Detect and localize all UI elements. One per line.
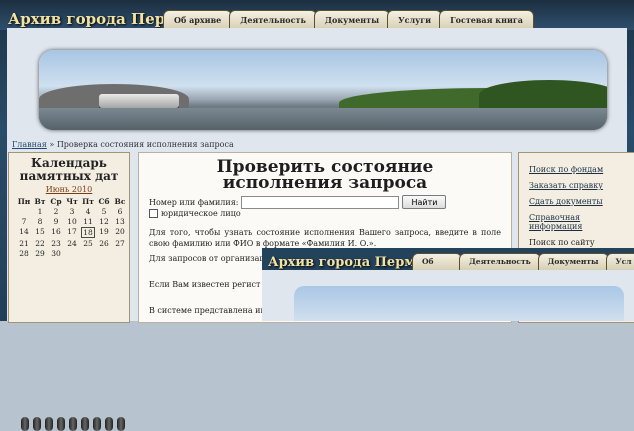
- calendar-title: Календарь памятных дат: [19, 156, 119, 183]
- calendar-widget: Календарь памятных дат Июнь 2010 Пн Вт Ср Ч…: [8, 152, 130, 431]
- calendar-weekday: Сб: [98, 197, 110, 206]
- breadcrumb-home-link[interactable]: Главная: [12, 140, 47, 149]
- calendar-day: [97, 249, 111, 258]
- overlay-site-logo[interactable]: Архив города Перми: [268, 255, 425, 270]
- overlay-tab-about[interactable]: Об архиве: [412, 253, 463, 282]
- calendar-day: [113, 249, 127, 258]
- search-form: Номер или фамилия: Найти: [149, 195, 447, 209]
- tab-activity[interactable]: Деятельность: [229, 10, 317, 29]
- overlay-tab-documents[interactable]: Документы: [537, 253, 609, 270]
- main-nav: Об архиве Деятельность Документы Услуги …: [163, 10, 534, 29]
- calendar-day[interactable]: 16: [49, 227, 63, 238]
- calendar-day[interactable]: 17: [65, 227, 79, 238]
- legal-entity-row: юридическое лицо: [149, 209, 241, 218]
- calendar-weekday: Чт: [66, 197, 78, 206]
- instructions-paragraph: Для того, чтобы узнать состояние исполне…: [149, 228, 501, 248]
- sidebar-link-reference-info[interactable]: Справочная информация: [529, 213, 582, 231]
- calendar-day[interactable]: 27: [113, 239, 127, 248]
- calendar-day: [81, 249, 95, 258]
- calendar-day[interactable]: 5: [97, 207, 111, 216]
- header-panorama-image: [39, 50, 607, 130]
- page-title: Проверить состояние исполнения запроса: [216, 157, 434, 193]
- calendar-day[interactable]: 29: [33, 249, 47, 258]
- calendar-day: [17, 207, 31, 216]
- sidebar-link-submit-documents[interactable]: Сдать документы: [529, 197, 603, 206]
- calendar-weekday: Вт: [34, 197, 46, 206]
- calendar-day[interactable]: 24: [65, 239, 79, 248]
- overlay-tab-activity[interactable]: Деятельность: [459, 253, 541, 270]
- calendar-day[interactable]: 8: [33, 217, 47, 226]
- name-input[interactable]: [241, 195, 400, 209]
- sidebar-link-order-certificate[interactable]: Заказать справку: [529, 181, 603, 190]
- calendar-day[interactable]: 10: [65, 217, 79, 226]
- calendar-day[interactable]: 30: [49, 249, 63, 258]
- overlay-nav: Об архиве Деятельность Документы Усл: [412, 253, 634, 282]
- calendar-day[interactable]: 7: [17, 217, 31, 226]
- calendar-day[interactable]: 4: [81, 207, 95, 216]
- calendar-day: [65, 249, 79, 258]
- sidebar-link-fund-search[interactable]: Поиск по фондам: [529, 165, 603, 174]
- calendar-month-link[interactable]: Июнь 2010: [9, 185, 129, 194]
- calendar-day[interactable]: 25: [81, 239, 95, 248]
- calendar-weekday: Пт: [82, 197, 94, 206]
- calendar-weekday: Ср: [50, 197, 62, 206]
- calendar-day[interactable]: 13: [113, 217, 127, 226]
- calendar-day[interactable]: 18: [81, 227, 95, 238]
- calendar-day[interactable]: 11: [81, 217, 95, 226]
- calendar-spiral: [21, 417, 131, 431]
- legal-entity-label: юридическое лицо: [161, 209, 241, 218]
- calendar-day[interactable]: 9: [49, 217, 63, 226]
- calendar-day[interactable]: 3: [65, 207, 79, 216]
- breadcrumb: Главная » Проверка состояния исполнения …: [12, 140, 234, 149]
- calendar-day[interactable]: 1: [33, 207, 47, 216]
- legal-entity-checkbox[interactable]: [149, 209, 158, 218]
- ship-image: [99, 94, 179, 108]
- calendar-day[interactable]: 22: [33, 239, 47, 248]
- calendar-day[interactable]: 6: [113, 207, 127, 216]
- calendar-day[interactable]: 23: [49, 239, 63, 248]
- calendar-day[interactable]: 19: [97, 227, 111, 238]
- calendar-day[interactable]: 15: [33, 227, 47, 238]
- calendar-day[interactable]: 14: [17, 227, 31, 238]
- river-image: [39, 108, 607, 130]
- name-label: Номер или фамилия:: [149, 197, 239, 207]
- calendar-day[interactable]: 26: [97, 239, 111, 248]
- calendar-weekday: Вс: [114, 197, 126, 206]
- overlay-header-image: [294, 286, 624, 321]
- calendar-day[interactable]: 20: [113, 227, 127, 238]
- breadcrumb-current: Проверка состояния исполнения запроса: [56, 140, 234, 149]
- breadcrumb-separator: »: [49, 140, 55, 149]
- tab-about[interactable]: Об архиве: [163, 10, 233, 29]
- sidebar-link-site-search[interactable]: Поиск по сайту: [529, 238, 634, 247]
- calendar-day[interactable]: 28: [17, 249, 31, 258]
- calendar-day[interactable]: 21: [17, 239, 31, 248]
- overlay-tab-services[interactable]: Усл: [605, 253, 634, 270]
- overlay-window: Архив города Перми Об архиве Деятельност…: [262, 248, 634, 321]
- tab-guestbook[interactable]: Гостевая книга: [439, 10, 534, 29]
- find-button[interactable]: Найти: [402, 195, 447, 209]
- calendar-grid: Пн Вт Ср Чт Пт Сб Вс 1 2 3 4 5 6 7 8 9 10 11 12 13 14 15 16 17 1…: [17, 197, 129, 259]
- calendar-day[interactable]: 2: [49, 207, 63, 216]
- tab-documents[interactable]: Документы: [313, 10, 391, 29]
- overlay-body: [262, 270, 634, 321]
- calendar-day[interactable]: 12: [97, 217, 111, 226]
- calendar-weekday: Пн: [17, 197, 31, 206]
- tab-services[interactable]: Услуги: [387, 10, 443, 29]
